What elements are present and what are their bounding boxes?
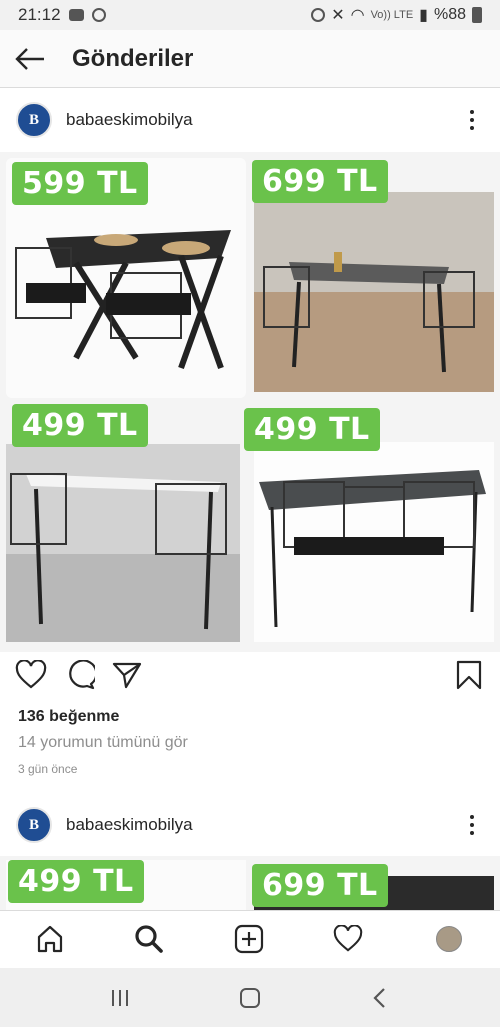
home-square-icon (240, 988, 260, 1008)
page-title: Gönderiler (72, 44, 194, 72)
network-label: Vo)) LTE (370, 9, 414, 21)
profile-avatar (436, 926, 462, 952)
product-photo (6, 444, 240, 642)
status-time: 21:12 (18, 5, 61, 24)
app-header: Gönderiler (0, 30, 500, 88)
product-photo (254, 192, 494, 392)
system-navigation (0, 968, 500, 1027)
comment-button[interactable] (63, 658, 97, 692)
activity-heart-icon (333, 925, 363, 952)
mute-icon: ✕ (331, 7, 345, 24)
share-button[interactable] (110, 658, 144, 692)
product-photo: 599 TL (6, 158, 246, 398)
nav-search-button[interactable] (131, 921, 167, 957)
more-dot-icon (470, 823, 474, 827)
youtube-icon (68, 9, 84, 21)
view-comments-link[interactable]: 14 yorumun tümünü gör (18, 734, 188, 752)
price-tag: 499 TL (8, 860, 144, 903)
username[interactable]: babaeskimobilya (66, 110, 193, 130)
more-dot-icon (470, 110, 474, 114)
battery-text: %88 (433, 6, 466, 23)
more-dot-icon (470, 118, 474, 122)
back-system-button[interactable] (360, 982, 400, 1014)
more-options-button[interactable] (460, 105, 484, 135)
nav-new-post-button[interactable] (231, 921, 267, 957)
nav-profile-button[interactable] (431, 921, 467, 957)
like-count[interactable]: 136 beğenme (18, 708, 119, 726)
post-actions (0, 658, 500, 700)
save-button[interactable] (452, 658, 486, 692)
search-icon (135, 925, 163, 953)
signal-icon: ▮ (419, 7, 428, 24)
avatar[interactable]: B (16, 807, 52, 843)
price-tag: 699 TL (252, 160, 388, 203)
more-dot-icon (470, 815, 474, 819)
post-timestamp: 3 gün önce (18, 762, 78, 776)
battery-icon (472, 7, 482, 23)
post-header: B babaeskimobilya (0, 89, 500, 151)
bookmark-icon (456, 660, 482, 690)
post-image[interactable]: 599 TL 699 TL 499 TL 499 TL (0, 152, 500, 652)
instagram-icon (91, 8, 106, 22)
recent-apps-icon (112, 990, 128, 1006)
alarm-icon (311, 8, 326, 22)
back-chevron-icon (373, 988, 385, 1008)
price-tag: 699 TL (252, 864, 388, 907)
home-system-button[interactable] (230, 982, 270, 1014)
avatar[interactable]: B (16, 102, 52, 138)
back-arrow-icon (15, 47, 44, 70)
share-icon (112, 662, 142, 689)
post-header: B babaeskimobilya (0, 794, 500, 856)
add-post-icon (234, 924, 264, 954)
price-tag: 499 TL (244, 408, 380, 451)
like-button[interactable] (14, 658, 48, 692)
recent-apps-button[interactable] (100, 982, 140, 1014)
price-tag: 599 TL (12, 162, 148, 205)
more-dot-icon (470, 831, 474, 835)
bottom-navigation (0, 910, 500, 968)
comment-icon (69, 660, 95, 690)
like-heart-icon (15, 660, 47, 689)
status-bar: 21:12 ✕ ◠ Vo)) LTE ▮ %88 (0, 0, 500, 30)
price-tag: 499 TL (12, 404, 148, 447)
back-button[interactable] (0, 30, 60, 88)
more-options-button[interactable] (460, 810, 484, 840)
username[interactable]: babaeskimobilya (66, 815, 193, 835)
nav-home-button[interactable] (32, 921, 68, 957)
wifi-icon: ◠ (350, 7, 365, 24)
more-dot-icon (470, 126, 474, 130)
home-icon (37, 925, 63, 953)
post-image[interactable]: 499 TL 699 TL (0, 856, 500, 910)
nav-activity-button[interactable] (330, 921, 366, 957)
product-photo (254, 442, 494, 642)
